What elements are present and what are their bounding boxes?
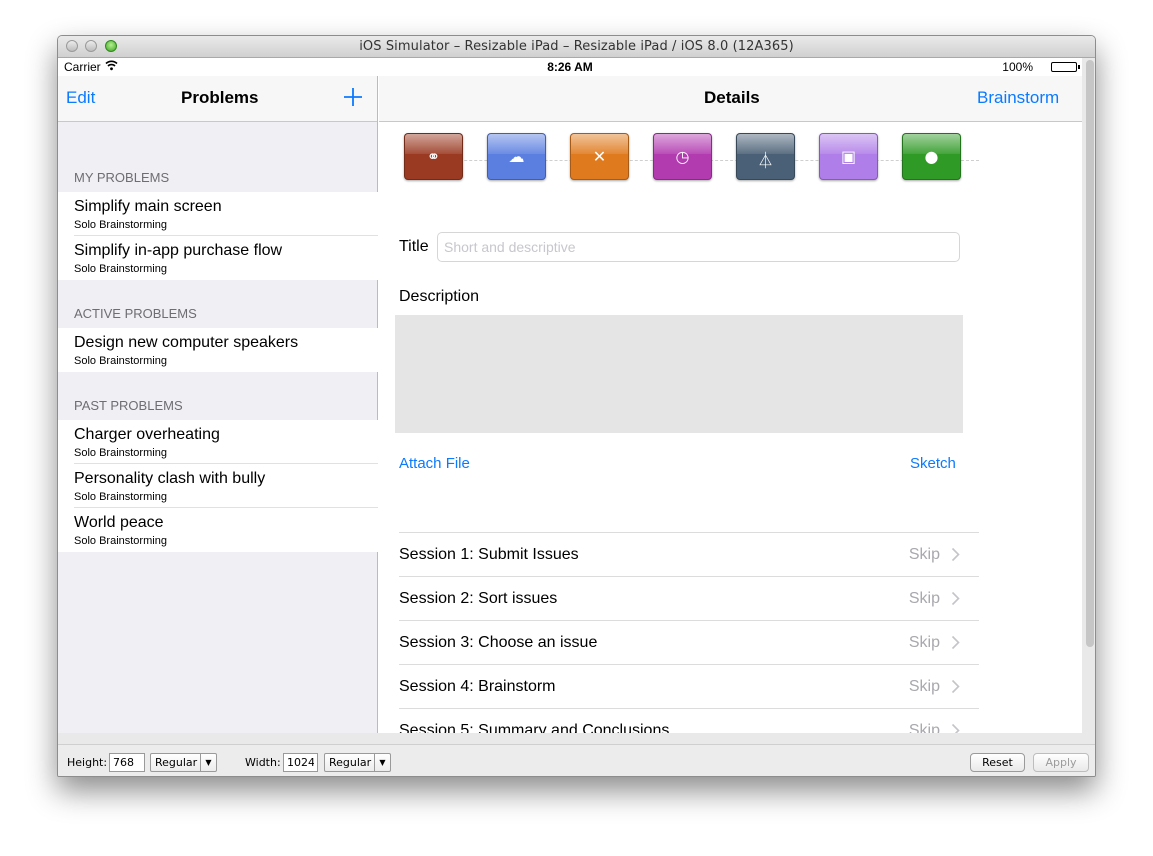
description-label: Description xyxy=(399,288,480,305)
session-row[interactable]: Session 5: Summary and Conclusions Skip xyxy=(399,708,979,733)
session-title: Session 4: Brainstorm xyxy=(399,678,556,695)
battery-icon xyxy=(1051,62,1080,72)
title-label: Title xyxy=(399,238,429,255)
problem-subtitle: Solo Brainstorming xyxy=(74,219,167,231)
category-icon-strip: ⚭ ☁ ✕ ◷ ⏃ ▣ ● xyxy=(404,133,979,181)
resize-toolbar: Height: Regular ▼ Width: Regular ▼ Reset… xyxy=(58,744,1095,776)
chevron-right-icon xyxy=(951,547,960,562)
title-input[interactable] xyxy=(437,232,960,262)
problem-row[interactable]: Simplify in-app purchase flow Solo Brain… xyxy=(58,236,378,280)
problem-row[interactable]: Personality clash with bully Solo Brains… xyxy=(58,464,378,508)
briefcase-icon[interactable]: ▣ xyxy=(819,133,878,180)
height-size-class-select[interactable]: Regular ▼ xyxy=(150,753,217,772)
session-row[interactable]: Session 3: Choose an issue Skip xyxy=(399,620,979,664)
problem-subtitle: Solo Brainstorming xyxy=(74,491,167,503)
reset-button[interactable]: Reset xyxy=(970,753,1025,772)
problem-row[interactable]: Charger overheating Solo Brainstorming xyxy=(58,420,378,464)
problem-row[interactable]: Design new computer speakers Solo Brains… xyxy=(58,328,378,372)
skip-label[interactable]: Skip xyxy=(909,546,940,564)
ipad-screen: Carrier 8:26 AM 100% Edit Problems MY PR… xyxy=(58,58,1082,733)
height-size-class-value: Regular xyxy=(155,756,198,769)
width-size-class-select[interactable]: Regular ▼ xyxy=(324,753,391,772)
session-row[interactable]: Session 1: Submit Issues Skip xyxy=(399,532,979,576)
window-titlebar[interactable]: iOS Simulator – Resizable iPad – Resizab… xyxy=(58,36,1095,58)
problems-pane: Edit Problems MY PROBLEMS Simplify main … xyxy=(58,76,378,733)
problem-subtitle: Solo Brainstorming xyxy=(74,263,167,275)
vertical-scrollbar[interactable] xyxy=(1086,60,1094,647)
cloud-icon[interactable]: ☁ xyxy=(487,133,546,180)
section-header-active-problems: ACTIVE PROBLEMS xyxy=(74,306,197,321)
attach-file-button[interactable]: Attach File xyxy=(399,455,470,472)
problem-title: Charger overheating xyxy=(74,426,220,443)
window-title: iOS Simulator – Resizable iPad – Resizab… xyxy=(359,39,794,54)
problem-subtitle: Solo Brainstorming xyxy=(74,355,167,367)
problem-subtitle: Solo Brainstorming xyxy=(74,535,167,547)
problem-row[interactable]: World peace Solo Brainstorming xyxy=(58,508,378,552)
dropdown-arrow-icon: ▼ xyxy=(200,754,216,771)
problems-navbar: Edit Problems xyxy=(58,76,377,122)
problem-title: Simplify in-app purchase flow xyxy=(74,242,283,259)
details-title: Details xyxy=(704,88,760,107)
problem-title: Simplify main screen xyxy=(74,198,222,215)
session-row[interactable]: Session 2: Sort issues Skip xyxy=(399,576,979,620)
details-pane: Details Brainstorm ⚭ ☁ ✕ ◷ ⏃ ▣ ● Title D… xyxy=(379,76,1082,733)
height-label: Height: xyxy=(67,756,108,769)
add-problem-icon[interactable] xyxy=(341,85,365,109)
battery-percent: 100% xyxy=(1002,60,1033,74)
simulator-window: iOS Simulator – Resizable iPad – Resizab… xyxy=(57,35,1096,777)
clock-icon[interactable]: ◷ xyxy=(653,133,712,180)
problem-title: Design new computer speakers xyxy=(74,334,299,351)
problem-row[interactable]: Simplify main screen Solo Brainstorming xyxy=(58,192,378,236)
session-title: Session 1: Submit Issues xyxy=(399,546,579,563)
apply-button[interactable]: Apply xyxy=(1033,753,1089,772)
width-size-class-value: Regular xyxy=(329,756,372,769)
chevron-right-icon xyxy=(951,635,960,650)
brainstorm-button[interactable]: Brainstorm xyxy=(977,88,1059,108)
session-row[interactable]: Session 4: Brainstorm Skip xyxy=(399,664,979,708)
width-label: Width: xyxy=(245,756,281,769)
dropdown-arrow-icon: ▼ xyxy=(374,754,390,771)
problems-title: Problems xyxy=(181,88,259,107)
edit-button[interactable]: Edit xyxy=(66,88,95,108)
problem-subtitle: Solo Brainstorming xyxy=(74,447,167,459)
session-title: Session 2: Sort issues xyxy=(399,590,558,607)
skip-label[interactable]: Skip xyxy=(909,590,940,608)
section-header-past-problems: PAST PROBLEMS xyxy=(74,398,183,413)
chat-icon[interactable]: ● xyxy=(902,133,961,180)
tools-icon[interactable]: ✕ xyxy=(570,133,629,180)
antenna-icon[interactable]: ⏃ xyxy=(736,133,795,180)
chevron-right-icon xyxy=(951,591,960,606)
details-navbar: Details Brainstorm xyxy=(379,76,1082,122)
skip-label[interactable]: Skip xyxy=(909,722,940,733)
problem-title: Personality clash with bully xyxy=(74,470,266,487)
description-textarea[interactable] xyxy=(395,315,963,433)
width-input[interactable] xyxy=(283,753,318,772)
height-input[interactable] xyxy=(109,753,145,772)
session-list: Session 1: Submit Issues Skip Session 2:… xyxy=(399,532,979,733)
status-bar: Carrier 8:26 AM 100% xyxy=(58,58,1082,76)
section-header-my-problems: MY PROBLEMS xyxy=(74,170,170,185)
skip-label[interactable]: Skip xyxy=(909,678,940,696)
status-time: 8:26 AM xyxy=(547,60,593,74)
chevron-right-icon xyxy=(951,679,960,694)
session-title: Session 5: Summary and Conclusions xyxy=(399,722,670,733)
session-title: Session 3: Choose an issue xyxy=(399,634,598,651)
link-icon[interactable]: ⚭ xyxy=(404,133,463,180)
skip-label[interactable]: Skip xyxy=(909,634,940,652)
sketch-button[interactable]: Sketch xyxy=(910,455,956,472)
problem-title: World peace xyxy=(74,514,164,531)
chevron-right-icon xyxy=(951,723,960,733)
